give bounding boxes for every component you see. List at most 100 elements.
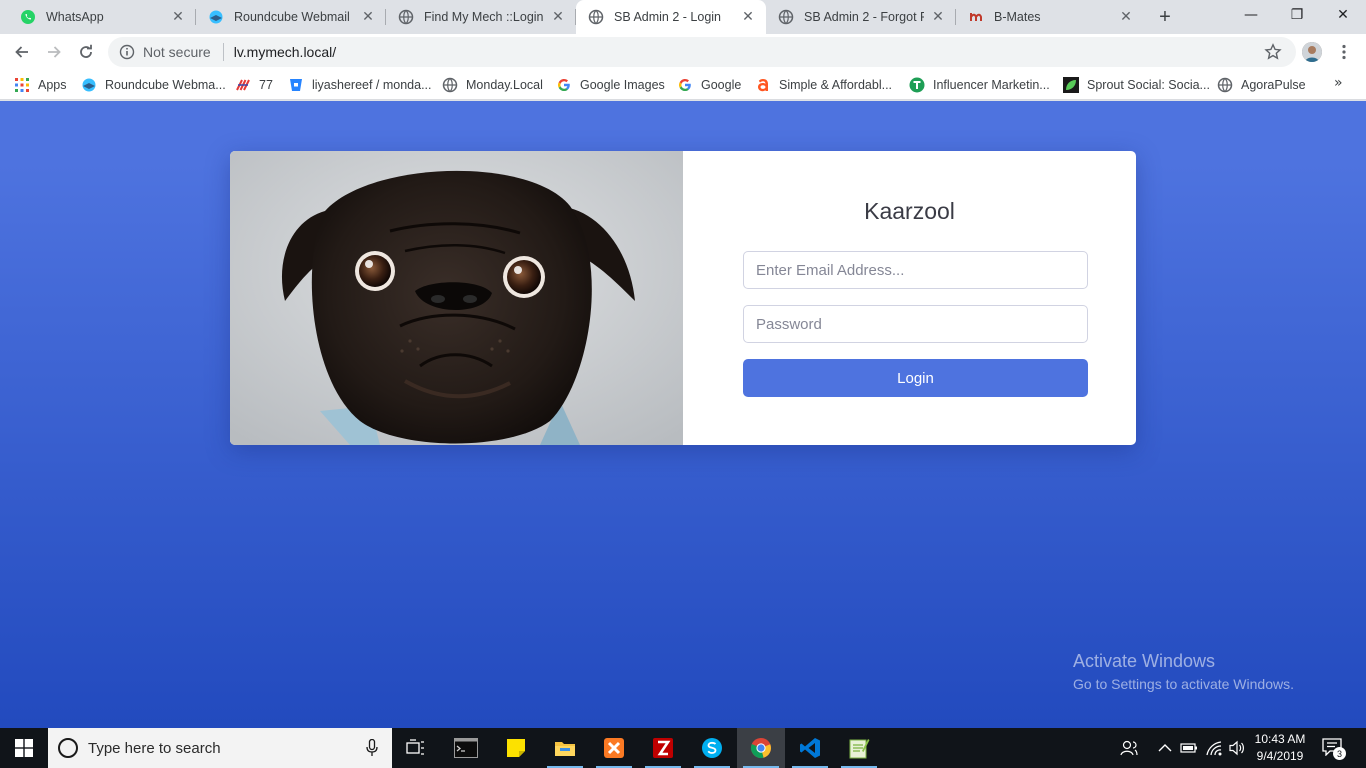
tab-title: Find My Mech ::Login: [424, 10, 544, 24]
search-placeholder: Type here to search: [88, 739, 221, 757]
influencer-icon: [909, 77, 925, 93]
bitbucket-icon: [288, 77, 304, 93]
forward-button[interactable]: [40, 38, 68, 66]
xampp-icon: [604, 738, 624, 758]
skype-app[interactable]: [688, 728, 736, 768]
watermark-subtitle: Go to Settings to activate Windows.: [1073, 676, 1294, 692]
security-status[interactable]: Not secure: [143, 44, 211, 60]
bookmark-apps[interactable]: Apps: [14, 75, 67, 95]
bookmark-roundcube[interactable]: Roundcube Webma...: [81, 75, 226, 95]
roundcube-icon: [208, 9, 224, 25]
tab-roundcube[interactable]: Roundcube Webmail :: I ✕: [196, 0, 386, 34]
globe-icon: [398, 9, 414, 25]
tab-sb-admin-login[interactable]: SB Admin 2 - Login ✕: [576, 0, 766, 34]
bmates-icon: [968, 9, 984, 25]
taskbar: Type here to search 10:43 AM 9/4/2019 3: [0, 728, 1366, 768]
email-field[interactable]: [743, 251, 1088, 289]
battery-icon[interactable]: [1180, 739, 1198, 757]
more-bookmarks-button[interactable]: »: [1334, 75, 1343, 91]
chrome-app[interactable]: [737, 728, 785, 768]
browser-menu-button[interactable]: [1334, 42, 1354, 62]
bookmark-label: 77: [259, 78, 273, 92]
close-tab-icon[interactable]: ✕: [1118, 9, 1134, 25]
affordable-icon: [755, 77, 771, 93]
notepadpp-app[interactable]: [835, 728, 883, 768]
vscode-icon: [800, 738, 820, 758]
reload-button[interactable]: [72, 38, 100, 66]
bookmark-simple-affordable[interactable]: Simple & Affordabl...: [755, 75, 892, 95]
bookmark-bitbucket[interactable]: liyashereef / monda...: [288, 75, 432, 95]
task-view-button[interactable]: [392, 728, 440, 768]
bookmark-label: liyashereef / monda...: [312, 78, 432, 92]
terminal-app[interactable]: [442, 728, 490, 768]
xampp-app[interactable]: [590, 728, 638, 768]
close-tab-icon[interactable]: ✕: [360, 9, 376, 25]
minimize-button[interactable]: —: [1228, 0, 1274, 30]
address-bar[interactable]: Not secure lv.mymech.local/: [108, 37, 1296, 67]
wifi-icon[interactable]: [1205, 739, 1223, 757]
tab-whatsapp[interactable]: WhatsApp ✕: [8, 0, 196, 34]
people-icon[interactable]: [1120, 739, 1138, 757]
password-field[interactable]: [743, 305, 1088, 343]
bookmark-77[interactable]: 77: [235, 75, 273, 95]
bookmark-monday-local[interactable]: Monday.Local: [442, 75, 543, 95]
new-tab-button[interactable]: +: [1154, 6, 1176, 28]
profile-avatar[interactable]: [1302, 42, 1322, 62]
close-tab-icon[interactable]: ✕: [550, 9, 566, 25]
filezilla-app[interactable]: [639, 728, 687, 768]
whatsapp-icon: [20, 9, 36, 25]
volume-icon[interactable]: [1228, 739, 1246, 757]
globe-icon: [588, 9, 604, 25]
microphone-icon[interactable]: [366, 739, 378, 757]
sticky-notes-icon: [507, 739, 525, 757]
bookmark-influencer[interactable]: Influencer Marketin...: [909, 75, 1050, 95]
notepadpp-icon: [849, 739, 870, 759]
bookmark-label: Sprout Social: Socia...: [1087, 78, 1210, 92]
task-view-icon: [406, 739, 424, 755]
bookmark-google[interactable]: Google: [677, 75, 741, 95]
tab-sb-admin-forgot[interactable]: SB Admin 2 - Forgot Pa ✕: [766, 0, 956, 34]
taskbar-search-box[interactable]: Type here to search: [48, 728, 392, 768]
bookmark-label: Apps: [38, 78, 67, 92]
bookmark-sprout-social[interactable]: Sprout Social: Socia...: [1063, 75, 1210, 95]
tab-title: WhatsApp: [46, 10, 104, 24]
cortana-icon: [58, 738, 78, 758]
url-text[interactable]: lv.mymech.local/: [234, 44, 336, 60]
notification-badge: 3: [1333, 747, 1346, 760]
tab-b-mates[interactable]: B-Mates ✕: [956, 0, 1144, 34]
bookmark-agorapulse[interactable]: AgoraPulse: [1217, 75, 1306, 95]
restore-button[interactable]: ❐: [1274, 0, 1320, 30]
login-form-panel: Kaarzool Login: [683, 151, 1136, 445]
system-clock[interactable]: 10:43 AM 9/4/2019: [1252, 731, 1308, 765]
file-explorer-app[interactable]: [541, 728, 589, 768]
bookmarks-bar: Apps Roundcube Webma... 77 liyashereef /…: [0, 70, 1366, 100]
chevron-up-icon[interactable]: [1156, 739, 1174, 757]
tab-find-my-mech[interactable]: Find My Mech ::Login ✕: [386, 0, 576, 34]
kebab-menu-icon: [1342, 44, 1346, 60]
info-icon[interactable]: [119, 44, 135, 60]
close-tab-icon[interactable]: ✕: [930, 9, 946, 25]
notification-center-button[interactable]: 3: [1322, 738, 1346, 760]
pug-photo: [230, 151, 683, 445]
start-button[interactable]: [0, 728, 48, 768]
file-explorer-icon: [555, 742, 575, 756]
bookmark-label: AgoraPulse: [1241, 78, 1306, 92]
close-tab-icon[interactable]: ✕: [170, 9, 186, 25]
close-tab-icon[interactable]: ✕: [740, 9, 756, 25]
sticky-notes-app[interactable]: [492, 728, 540, 768]
tab-title: SB Admin 2 - Forgot Pa: [804, 10, 924, 24]
tab-title: Roundcube Webmail :: I: [234, 10, 354, 24]
bookmark-label: Google Images: [580, 78, 665, 92]
vscode-app[interactable]: [786, 728, 834, 768]
globe-icon: [442, 77, 458, 93]
bookmark-label: Roundcube Webma...: [105, 78, 226, 92]
close-window-button[interactable]: ✕: [1320, 0, 1366, 30]
reload-icon: [80, 44, 92, 58]
back-button[interactable]: [8, 38, 36, 66]
clock-date: 9/4/2019: [1256, 749, 1304, 763]
globe-icon: [1217, 77, 1233, 93]
bookmark-star-icon[interactable]: [1264, 43, 1282, 61]
filezilla-icon: [653, 738, 673, 758]
login-button[interactable]: Login: [743, 359, 1088, 397]
bookmark-google-images[interactable]: Google Images: [556, 75, 665, 95]
